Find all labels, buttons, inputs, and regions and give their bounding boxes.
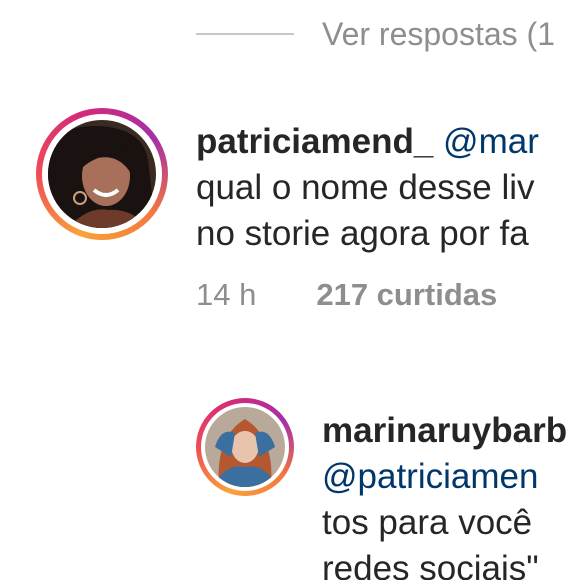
avatar[interactable] bbox=[205, 407, 285, 487]
comment-line: tos para você bbox=[322, 503, 533, 542]
comment-line: redes sociais" bbox=[322, 549, 539, 580]
comment-text: marinaruybarb bbox=[322, 408, 567, 454]
profile-photo-icon bbox=[205, 407, 285, 487]
comment-text: @patriciamen bbox=[322, 454, 567, 500]
reply-item: marinaruybarb @patriciamen tos para você… bbox=[0, 0, 580, 580]
comment-username[interactable]: marinaruybarb bbox=[322, 411, 567, 450]
comments-screen: Ver respostas (1 patriciamend_ @mar qual… bbox=[0, 0, 580, 580]
story-ring[interactable] bbox=[196, 398, 294, 496]
comment-body: marinaruybarb @patriciamen tos para você… bbox=[322, 408, 567, 580]
comment-mention[interactable]: @patriciamen bbox=[322, 457, 538, 496]
